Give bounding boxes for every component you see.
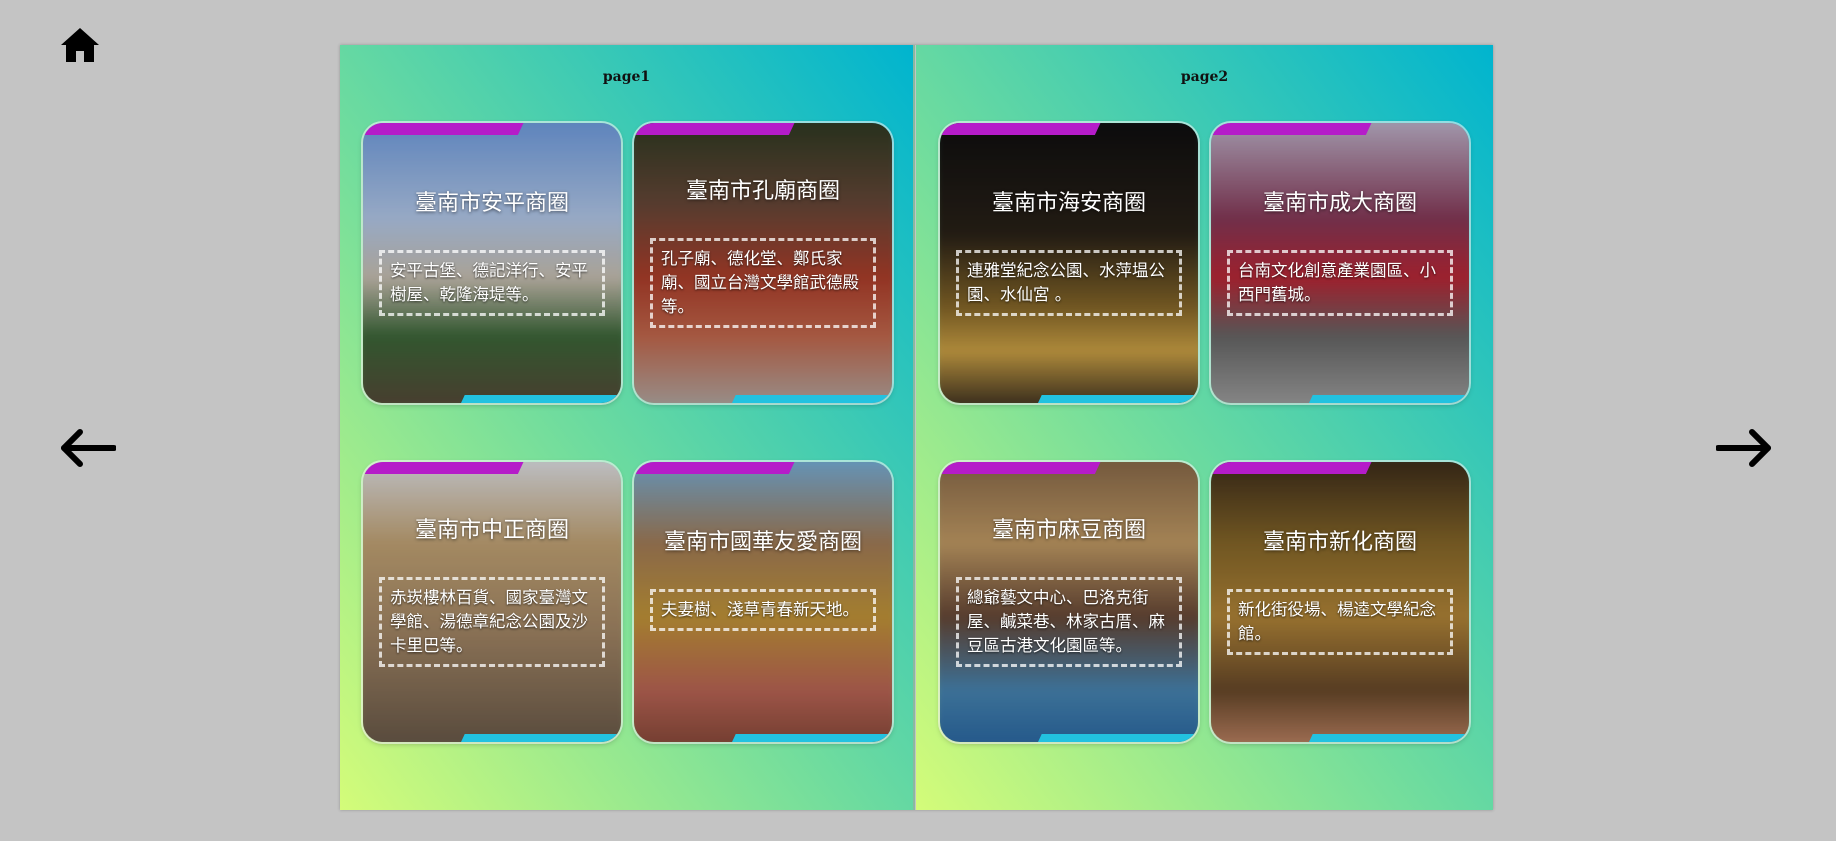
page-title: page1 (602, 69, 651, 85)
card-description: 夫妻樹、淺草青春新天地。 (650, 589, 876, 631)
arrow-left-icon (61, 429, 117, 467)
card-title: 臺南市海安商圈 (991, 191, 1146, 216)
card-description: 新化街役場、楊逵文學紀念館。 (1227, 589, 1453, 655)
card-madou[interactable]: 臺南市麻豆商圈 總爺藝文中心、巴洛克街屋、鹹菜巷、林家古厝、麻豆區古港文化園區等… (940, 462, 1198, 742)
previous-page-button[interactable] (58, 428, 117, 468)
card-confucius-temple[interactable]: 臺南市孔廟商圈 孔子廟、德化堂、鄭氏家廟、國立台灣文學館武德殿等。 (634, 123, 892, 403)
card-description: 台南文化創意產業園區、小西門舊城。 (1227, 250, 1453, 316)
card-haian[interactable]: 臺南市海安商圈 連雅堂紀念公園、水萍塭公園、水仙宮 。 (940, 123, 1198, 403)
next-page-button[interactable] (1715, 428, 1774, 468)
card-title: 臺南市安平商圈 (414, 191, 569, 216)
card-title: 臺南市中正商圈 (414, 518, 569, 543)
card-description: 赤崁樓林百貨、國家臺灣文學館、湯德章紀念公園及沙卡里巴等。 (379, 577, 605, 667)
home-icon (61, 28, 99, 62)
flipbook: page1 臺南市安平商圈 安平古堡、德記洋行、安平樹屋、乾隆海堤等。 臺南市孔… (340, 45, 1493, 810)
page-title: page2 (1180, 69, 1229, 85)
card-guohua-youai[interactable]: 臺南市國華友愛商圈 夫妻樹、淺草青春新天地。 (634, 462, 892, 742)
card-anping[interactable]: 臺南市安平商圈 安平古堡、德記洋行、安平樹屋、乾隆海堤等。 (363, 123, 621, 403)
card-title: 臺南市成大商圈 (1262, 191, 1417, 216)
card-title: 臺南市新化商圈 (1262, 530, 1417, 555)
card-description: 安平古堡、德記洋行、安平樹屋、乾隆海堤等。 (379, 250, 605, 316)
card-title: 臺南市麻豆商圈 (991, 518, 1146, 543)
card-description: 連雅堂紀念公園、水萍塭公園、水仙宮 。 (956, 250, 1182, 316)
arrow-right-icon (1715, 429, 1771, 467)
card-title: 臺南市國華友愛商圈 (663, 530, 862, 555)
card-title: 臺南市孔廟商圈 (685, 179, 840, 204)
home-button[interactable] (60, 26, 100, 64)
page-1: page1 臺南市安平商圈 安平古堡、德記洋行、安平樹屋、乾隆海堤等。 臺南市孔… (340, 45, 915, 810)
card-xinhua[interactable]: 臺南市新化商圈 新化街役場、楊逵文學紀念館。 (1211, 462, 1469, 742)
card-zhongzheng[interactable]: 臺南市中正商圈 赤崁樓林百貨、國家臺灣文學館、湯德章紀念公園及沙卡里巴等。 (363, 462, 621, 742)
card-description: 總爺藝文中心、巴洛克街屋、鹹菜巷、林家古厝、麻豆區古港文化園區等。 (956, 577, 1182, 667)
card-description: 孔子廟、德化堂、鄭氏家廟、國立台灣文學館武德殿等。 (650, 238, 876, 328)
page-2: page2 臺南市海安商圈 連雅堂紀念公園、水萍塭公園、水仙宮 。 臺南市成大商… (916, 45, 1493, 810)
card-chengda[interactable]: 臺南市成大商圈 台南文化創意產業園區、小西門舊城。 (1211, 123, 1469, 403)
